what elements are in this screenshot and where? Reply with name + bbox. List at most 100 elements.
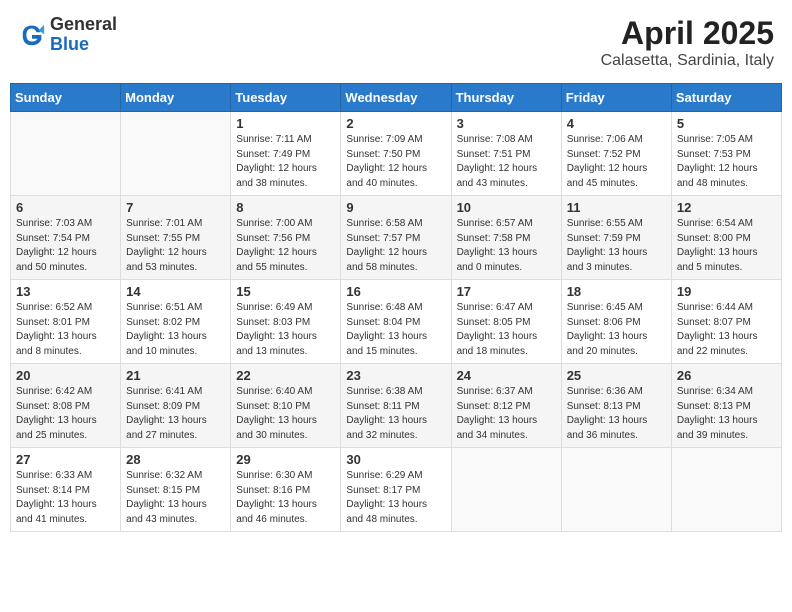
day-number: 22 xyxy=(236,368,335,383)
title-area: April 2025 Calasetta, Sardinia, Italy xyxy=(601,15,774,70)
day-number: 11 xyxy=(567,200,666,215)
day-number: 6 xyxy=(16,200,115,215)
day-number: 5 xyxy=(677,116,776,131)
day-info: Sunrise: 6:44 AM Sunset: 8:07 PM Dayligh… xyxy=(677,301,776,359)
day-info: Sunrise: 6:51 AM Sunset: 8:02 PM Dayligh… xyxy=(126,301,225,359)
day-cell: 20 Sunrise: 6:42 AM Sunset: 8:08 PM Dayli… xyxy=(11,364,121,448)
day-info: Sunrise: 6:36 AM Sunset: 8:13 PM Dayligh… xyxy=(567,385,666,443)
day-cell: 8Sunrise: 7:00 AM Sunset: 7:56 PM Daylig… xyxy=(231,196,341,280)
day-cell: 23 Sunrise: 6:38 AM Sunset: 8:11 PM Dayli… xyxy=(341,364,451,448)
logo-blue: Blue xyxy=(50,35,117,55)
day-info: Sunrise: 7:05 AM Sunset: 7:53 PM Dayligh… xyxy=(677,133,776,191)
weekday-header-friday: Friday xyxy=(561,84,671,112)
day-cell xyxy=(11,112,121,196)
day-cell: 18Sunrise: 6:45 AM Sunset: 8:06 PM Dayli… xyxy=(561,280,671,364)
day-cell: 25 Sunrise: 6:36 AM Sunset: 8:13 PM Dayli… xyxy=(561,364,671,448)
day-info: Sunrise: 6:48 AM Sunset: 8:04 PM Dayligh… xyxy=(346,301,445,359)
week-row-2: 6 Sunrise: 7:03 AM Sunset: 7:54 PM Daylig… xyxy=(11,196,782,280)
day-cell: 29 Sunrise: 6:30 AM Sunset: 8:16 PM Dayli… xyxy=(231,448,341,532)
day-info: Sunrise: 7:08 AM Sunset: 7:51 PM Dayligh… xyxy=(457,133,556,191)
day-number: 15 xyxy=(236,284,335,299)
day-cell: 22 Sunrise: 6:40 AM Sunset: 8:10 PM Dayli… xyxy=(231,364,341,448)
day-info: Sunrise: 6:49 AM Sunset: 8:03 PM Dayligh… xyxy=(236,301,335,359)
day-info: Sunrise: 6:33 AM Sunset: 8:14 PM Dayligh… xyxy=(16,469,115,527)
day-number: 23 xyxy=(346,368,445,383)
day-number: 20 xyxy=(16,368,115,383)
day-info: Sunrise: 6:38 AM Sunset: 8:11 PM Dayligh… xyxy=(346,385,445,443)
logo-text: General Blue xyxy=(50,15,117,55)
weekday-header-thursday: Thursday xyxy=(451,84,561,112)
day-number: 30 xyxy=(346,452,445,467)
day-cell: 24 Sunrise: 6:37 AM Sunset: 8:12 PM Dayli… xyxy=(451,364,561,448)
week-row-4: 20 Sunrise: 6:42 AM Sunset: 8:08 PM Dayli… xyxy=(11,364,782,448)
day-info: Sunrise: 6:54 AM Sunset: 8:00 PM Dayligh… xyxy=(677,217,776,275)
day-number: 12 xyxy=(677,200,776,215)
day-info: Sunrise: 6:58 AM Sunset: 7:57 PM Dayligh… xyxy=(346,217,445,275)
day-number: 19 xyxy=(677,284,776,299)
day-number: 21 xyxy=(126,368,225,383)
day-cell: 6 Sunrise: 7:03 AM Sunset: 7:54 PM Daylig… xyxy=(11,196,121,280)
day-info: Sunrise: 6:47 AM Sunset: 8:05 PM Dayligh… xyxy=(457,301,556,359)
day-number: 7 xyxy=(126,200,225,215)
day-info: Sunrise: 6:45 AM Sunset: 8:06 PM Dayligh… xyxy=(567,301,666,359)
day-cell: 28 Sunrise: 6:32 AM Sunset: 8:15 PM Dayli… xyxy=(121,448,231,532)
day-number: 10 xyxy=(457,200,556,215)
day-number: 8 xyxy=(236,200,335,215)
weekday-header-row: SundayMondayTuesdayWednesdayThursdayFrid… xyxy=(11,84,782,112)
day-number: 13 xyxy=(16,284,115,299)
logo: General Blue xyxy=(18,15,117,55)
weekday-header-tuesday: Tuesday xyxy=(231,84,341,112)
day-number: 1 xyxy=(236,116,335,131)
logo-general: General xyxy=(50,15,117,35)
day-info: Sunrise: 6:55 AM Sunset: 7:59 PM Dayligh… xyxy=(567,217,666,275)
day-info: Sunrise: 6:57 AM Sunset: 7:58 PM Dayligh… xyxy=(457,217,556,275)
day-cell: 19 Sunrise: 6:44 AM Sunset: 8:07 PM Dayli… xyxy=(671,280,781,364)
day-number: 3 xyxy=(457,116,556,131)
day-info: Sunrise: 6:32 AM Sunset: 8:15 PM Dayligh… xyxy=(126,469,225,527)
day-cell: 5 Sunrise: 7:05 AM Sunset: 7:53 PM Daylig… xyxy=(671,112,781,196)
day-cell: 16 Sunrise: 6:48 AM Sunset: 8:04 PM Dayli… xyxy=(341,280,451,364)
day-info: Sunrise: 6:37 AM Sunset: 8:12 PM Dayligh… xyxy=(457,385,556,443)
day-number: 28 xyxy=(126,452,225,467)
day-info: Sunrise: 6:52 AM Sunset: 8:01 PM Dayligh… xyxy=(16,301,115,359)
calendar: SundayMondayTuesdayWednesdayThursdayFrid… xyxy=(10,83,782,532)
weekday-header-saturday: Saturday xyxy=(671,84,781,112)
day-cell: 9Sunrise: 6:58 AM Sunset: 7:57 PM Daylig… xyxy=(341,196,451,280)
weekday-header-sunday: Sunday xyxy=(11,84,121,112)
header: General Blue April 2025 Calasetta, Sardi… xyxy=(10,10,782,75)
week-row-3: 13 Sunrise: 6:52 AM Sunset: 8:01 PM Dayli… xyxy=(11,280,782,364)
day-info: Sunrise: 6:34 AM Sunset: 8:13 PM Dayligh… xyxy=(677,385,776,443)
day-cell: 17Sunrise: 6:47 AM Sunset: 8:05 PM Dayli… xyxy=(451,280,561,364)
day-cell: 11 Sunrise: 6:55 AM Sunset: 7:59 PM Dayli… xyxy=(561,196,671,280)
day-cell: 10 Sunrise: 6:57 AM Sunset: 7:58 PM Dayli… xyxy=(451,196,561,280)
day-number: 2 xyxy=(346,116,445,131)
day-cell xyxy=(671,448,781,532)
day-number: 4 xyxy=(567,116,666,131)
logo-icon xyxy=(18,21,46,49)
day-number: 29 xyxy=(236,452,335,467)
day-cell: 21Sunrise: 6:41 AM Sunset: 8:09 PM Dayli… xyxy=(121,364,231,448)
day-info: Sunrise: 7:06 AM Sunset: 7:52 PM Dayligh… xyxy=(567,133,666,191)
day-cell xyxy=(121,112,231,196)
day-info: Sunrise: 6:29 AM Sunset: 8:17 PM Dayligh… xyxy=(346,469,445,527)
week-row-5: 27 Sunrise: 6:33 AM Sunset: 8:14 PM Dayli… xyxy=(11,448,782,532)
day-number: 27 xyxy=(16,452,115,467)
day-info: Sunrise: 6:42 AM Sunset: 8:08 PM Dayligh… xyxy=(16,385,115,443)
day-info: Sunrise: 7:01 AM Sunset: 7:55 PM Dayligh… xyxy=(126,217,225,275)
day-number: 24 xyxy=(457,368,556,383)
day-cell: 14 Sunrise: 6:51 AM Sunset: 8:02 PM Dayli… xyxy=(121,280,231,364)
day-info: Sunrise: 6:40 AM Sunset: 8:10 PM Dayligh… xyxy=(236,385,335,443)
day-info: Sunrise: 7:03 AM Sunset: 7:54 PM Dayligh… xyxy=(16,217,115,275)
day-number: 14 xyxy=(126,284,225,299)
day-cell: 4 Sunrise: 7:06 AM Sunset: 7:52 PM Daylig… xyxy=(561,112,671,196)
day-info: Sunrise: 6:30 AM Sunset: 8:16 PM Dayligh… xyxy=(236,469,335,527)
day-info: Sunrise: 7:11 AM Sunset: 7:49 PM Dayligh… xyxy=(236,133,335,191)
day-cell: 26Sunrise: 6:34 AM Sunset: 8:13 PM Dayli… xyxy=(671,364,781,448)
week-row-1: 1 Sunrise: 7:11 AM Sunset: 7:49 PM Daylig… xyxy=(11,112,782,196)
day-cell: 7 Sunrise: 7:01 AM Sunset: 7:55 PM Daylig… xyxy=(121,196,231,280)
day-cell xyxy=(451,448,561,532)
day-number: 25 xyxy=(567,368,666,383)
location-title: Calasetta, Sardinia, Italy xyxy=(601,52,774,70)
day-number: 16 xyxy=(346,284,445,299)
day-cell: 12 Sunrise: 6:54 AM Sunset: 8:00 PM Dayli… xyxy=(671,196,781,280)
